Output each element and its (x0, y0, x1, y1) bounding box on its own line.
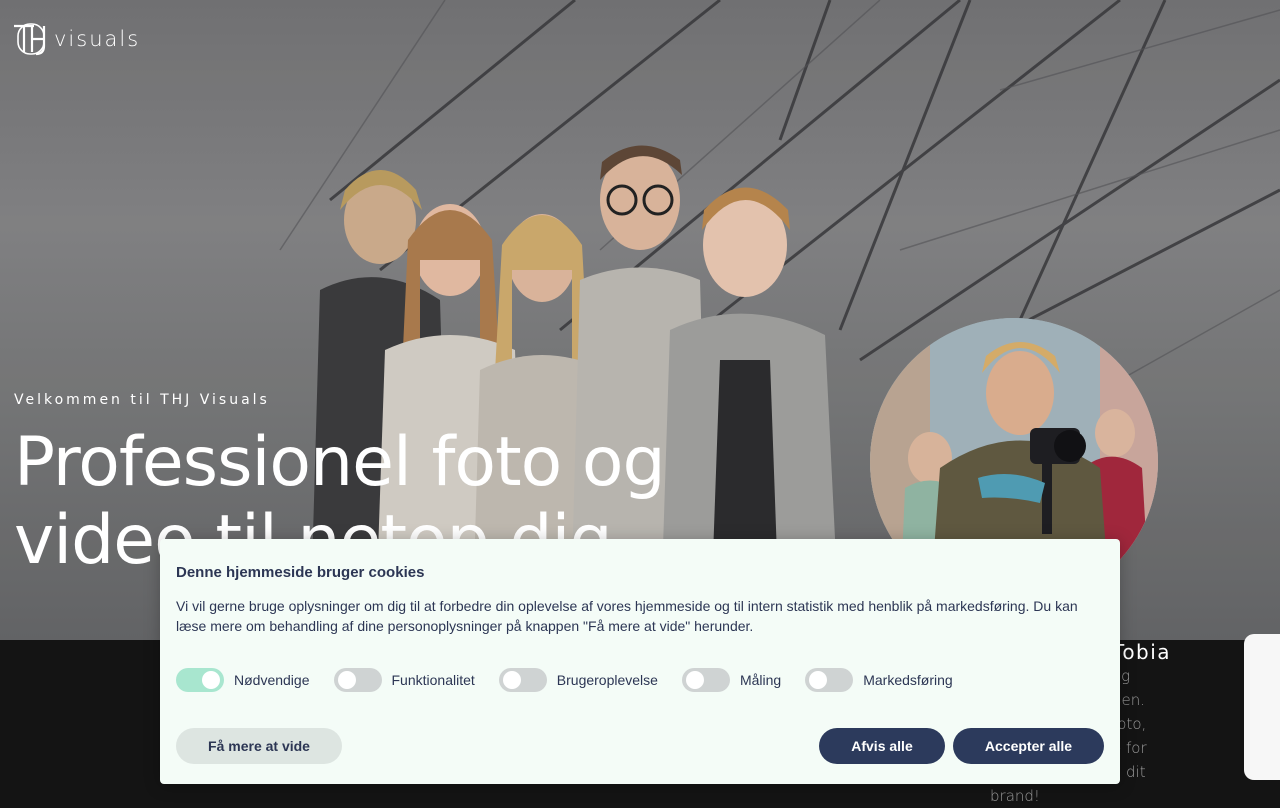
toggle-necessary[interactable]: Nødvendige (176, 668, 310, 692)
logo-wordmark: visuals (54, 27, 141, 51)
learn-more-button[interactable]: Få mere at vide (176, 728, 342, 764)
switch-knob (202, 671, 220, 689)
about-name: Tobias (1112, 640, 1172, 664)
cookie-banner-text: Vi vil gerne bruge oplysninger om dig ti… (176, 598, 1078, 634)
measurement-switch[interactable] (681, 668, 730, 692)
functionality-switch[interactable] (333, 668, 382, 692)
marketing-switch[interactable] (805, 668, 854, 692)
cookie-consent-banner: Denne hjemmeside bruger cookies Vi vil g… (160, 539, 1120, 784)
switch-knob (502, 671, 521, 689)
hero-tagline: Velkommen til THJ Visuals (14, 392, 270, 408)
site-logo[interactable]: visuals (12, 22, 140, 56)
toggle-label: Funktionalitet (391, 672, 475, 688)
accept-all-button[interactable]: Accepter alle (953, 728, 1104, 764)
toggle-label: Markedsføring (863, 672, 953, 688)
reject-all-button[interactable]: Afvis alle (819, 728, 945, 764)
toggle-functionality[interactable]: Funktionalitet (333, 668, 475, 692)
necessary-switch[interactable] (176, 668, 224, 692)
headline-line-1: Professionel foto og (14, 423, 666, 502)
switch-knob (685, 671, 704, 689)
toggle-marketing[interactable]: Markedsføring (805, 668, 953, 692)
switch-knob (337, 671, 356, 689)
side-chat-widget[interactable] (1244, 634, 1280, 780)
user-experience-switch[interactable] (498, 668, 547, 692)
toggle-label: Måling (739, 672, 782, 688)
toggle-label: Brugeroplevelse (556, 672, 658, 688)
toggle-measurement[interactable]: Måling (681, 668, 782, 692)
toggle-user-experience[interactable]: Brugeroplevelse (498, 668, 658, 692)
cookie-banner-title: Denne hjemmeside bruger cookies (176, 564, 425, 581)
cookie-category-toggles: Nødvendige Funktionalitet Brugeroplevels… (176, 668, 977, 692)
switch-knob (809, 671, 828, 689)
about-text-line: brand! (990, 787, 1040, 805)
toggle-label: Nødvendige (234, 672, 310, 688)
thj-logo-mark-icon (14, 23, 46, 56)
